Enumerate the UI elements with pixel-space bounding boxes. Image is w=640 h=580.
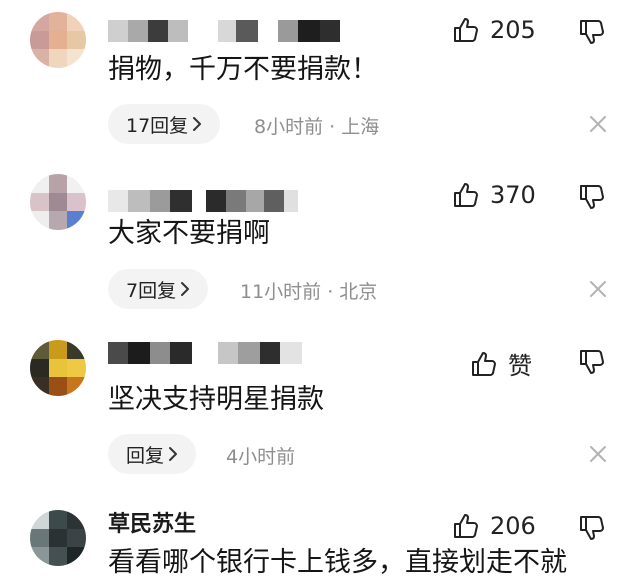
thumbs-down-icon (578, 348, 606, 376)
replies-button[interactable]: 7回复 (108, 269, 209, 309)
comment-item: 草民苏生 206 看看哪个银行卡上钱多，直接划走不就 (0, 500, 640, 578)
avatar[interactable] (30, 340, 86, 396)
replies-label: 回复 (126, 444, 165, 467)
thumbs-down-icon (578, 183, 606, 211)
comment-text: 看看哪个银行卡上钱多，直接划走不就 (108, 547, 567, 578)
like-label: 赞 (508, 352, 532, 380)
avatar[interactable] (30, 510, 86, 566)
username-blurred[interactable] (108, 342, 302, 364)
dislike-button[interactable] (578, 18, 606, 46)
time-location: 11小时前 · 北京 (240, 281, 378, 303)
thumbs-up-icon (452, 16, 480, 44)
replies-button[interactable]: 17回复 (108, 104, 221, 144)
comment-item: 赞 坚决支持明星捐款 回复 4小时前 (0, 330, 640, 500)
like-button[interactable]: 370 (452, 181, 536, 209)
comment-text: 捐物，千万不要捐款！ (108, 54, 378, 85)
avatar[interactable] (30, 174, 86, 230)
dislike-button[interactable] (578, 514, 606, 542)
chevron-right-icon (180, 281, 190, 297)
dislike-button[interactable] (578, 348, 606, 376)
like-button[interactable]: 205 (452, 16, 536, 44)
like-count: 205 (490, 16, 536, 44)
like-count: 370 (490, 181, 536, 209)
close-icon[interactable] (586, 442, 610, 466)
replies-button[interactable]: 回复 (108, 434, 197, 474)
thumbs-down-icon (578, 514, 606, 542)
replies-label: 7回复 (126, 279, 177, 302)
time-location: 8小时前 · 上海 (254, 116, 380, 138)
thumbs-up-icon (452, 512, 480, 540)
avatar[interactable] (30, 12, 86, 68)
username[interactable]: 草民苏生 (108, 512, 196, 538)
dislike-button[interactable] (578, 183, 606, 211)
comment-text: 大家不要捐啊 (108, 218, 270, 249)
thumbs-down-icon (578, 18, 606, 46)
comment-text: 坚决支持明星捐款 (108, 384, 324, 415)
comment-item: 370 大家不要捐啊 7回复 11小时前 · 北京 (0, 160, 640, 330)
like-button[interactable]: 206 (452, 512, 536, 540)
time-location: 4小时前 (226, 446, 296, 468)
username-blurred[interactable] (108, 190, 298, 212)
close-icon[interactable] (586, 112, 610, 136)
like-button[interactable]: 赞 (470, 346, 532, 381)
chevron-right-icon (192, 116, 202, 132)
close-icon[interactable] (586, 277, 610, 301)
thumbs-up-icon (452, 181, 480, 209)
like-count: 206 (490, 512, 536, 540)
username-blurred[interactable] (108, 20, 340, 42)
thumbs-up-icon (470, 350, 498, 378)
comment-item: 205 捐物，千万不要捐款！ 17回复 8小时前 · 上海 (0, 0, 640, 160)
chevron-right-icon (168, 446, 178, 462)
replies-label: 17回复 (126, 114, 189, 137)
